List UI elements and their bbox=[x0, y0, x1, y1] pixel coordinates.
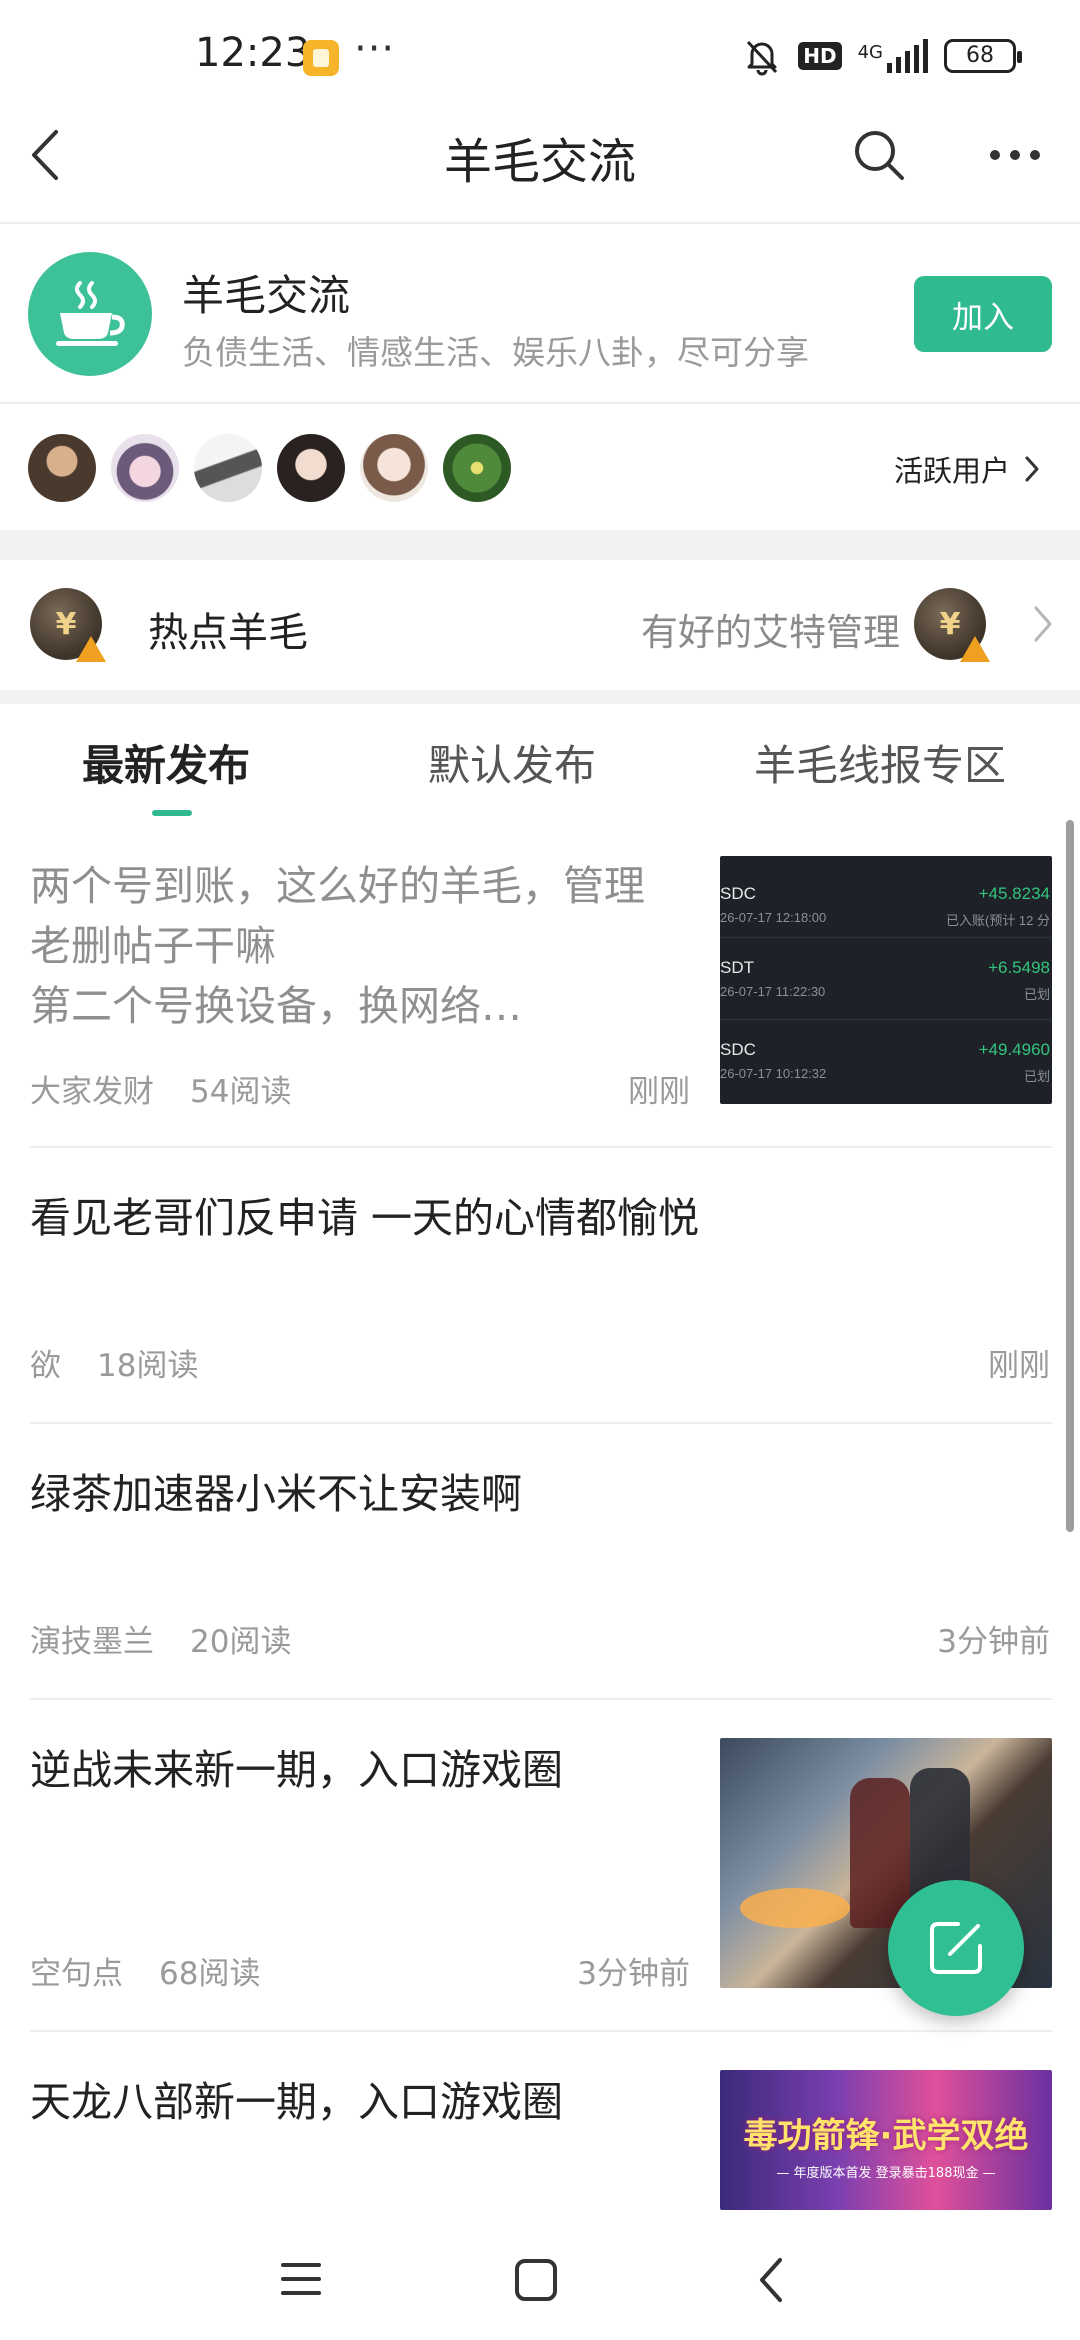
compose-button[interactable] bbox=[888, 1880, 1024, 2016]
post-title[interactable]: 看见老哥们反申请 一天的心情都愉悦 bbox=[30, 1188, 699, 1248]
join-button[interactable]: 加入 bbox=[914, 276, 1052, 352]
group-name: 羊毛交流 bbox=[182, 271, 351, 320]
hot-admin-text[interactable]: 有好的艾特管理 bbox=[641, 602, 900, 656]
post-author: 欲 bbox=[30, 1348, 61, 1384]
active-users-link[interactable]: 活跃用户 bbox=[894, 448, 1040, 490]
signal-icon: 4G bbox=[858, 39, 928, 73]
active-users-label: 活跃用户 bbox=[893, 454, 1010, 488]
member-avatar[interactable] bbox=[194, 434, 262, 502]
post-meta: 空句点 68阅读 bbox=[30, 1948, 260, 1993]
mute-bell-icon bbox=[747, 40, 778, 76]
tab-latest[interactable]: 最新发布 bbox=[82, 732, 250, 793]
member-avatar[interactable] bbox=[360, 434, 428, 502]
hot-wool-coin: ¥ bbox=[30, 588, 106, 662]
section-separator bbox=[0, 530, 1080, 560]
post-author: 演技墨兰 bbox=[30, 1624, 154, 1660]
member-avatar[interactable] bbox=[443, 434, 511, 502]
post-thumbnail[interactable]: SDC 26-07-17 12:18:00 +45.8234 已入账(预计 12… bbox=[720, 856, 1052, 1104]
teacup-icon bbox=[56, 281, 125, 346]
post-time: 刚刚 bbox=[628, 1074, 690, 1110]
admin-coin[interactable]: ¥ bbox=[914, 588, 990, 662]
hd-badge: HD bbox=[798, 42, 842, 70]
member-avatar[interactable] bbox=[28, 434, 96, 502]
chevron-right-icon[interactable] bbox=[1032, 604, 1054, 644]
post-title[interactable]: 天龙八部新一期，入口游戏圈 bbox=[30, 2072, 563, 2132]
group-avatar[interactable] bbox=[28, 252, 152, 376]
post-reads: 68阅读 bbox=[159, 1956, 261, 1992]
divider bbox=[0, 402, 1080, 404]
nav-back-icon[interactable] bbox=[756, 2256, 786, 2304]
member-avatar[interactable] bbox=[111, 434, 179, 502]
network-type: 4G bbox=[857, 42, 883, 63]
group-description: 负债生活、情感生活、娱乐八卦，尽可分享 bbox=[182, 333, 809, 372]
status-icons: HD 4G 68 bbox=[742, 32, 1022, 80]
menu-icon[interactable] bbox=[280, 2260, 322, 2298]
notification-app-icon bbox=[303, 40, 339, 76]
post-meta: 演技墨兰 20阅读 bbox=[30, 1616, 291, 1661]
page-title: 羊毛交流 bbox=[443, 134, 636, 190]
system-nav-bar bbox=[0, 2220, 1080, 2340]
post-divider bbox=[30, 1698, 1052, 1700]
post-divider bbox=[30, 2030, 1052, 2032]
post-title[interactable]: 两个号到账，这么好的羊毛，管理 老删帖子干嘛 第二个号换设备，换网络… bbox=[30, 856, 645, 1036]
post-title[interactable]: 逆战未来新一期，入口游戏圈 bbox=[30, 1740, 563, 1800]
more-notifications-indicator: ··· bbox=[354, 26, 396, 72]
post-meta: 欲 18阅读 bbox=[30, 1340, 198, 1385]
header-divider bbox=[0, 222, 1080, 224]
post-reads: 18阅读 bbox=[97, 1348, 199, 1384]
post-divider bbox=[30, 1422, 1052, 1424]
chevron-right-icon bbox=[1025, 456, 1039, 482]
scrollbar[interactable] bbox=[1066, 820, 1074, 1532]
battery-indicator: 68 bbox=[944, 39, 1022, 73]
post-author: 空句点 bbox=[30, 1956, 123, 1992]
post-time: 3分钟前 bbox=[577, 1956, 690, 1992]
search-icon[interactable] bbox=[852, 128, 906, 182]
post-time: 刚刚 bbox=[988, 1348, 1050, 1384]
warning-icon bbox=[960, 636, 990, 662]
tab-indicator bbox=[152, 810, 192, 816]
post-meta: 大家发财 54阅读 bbox=[30, 1066, 291, 1111]
hot-wool-title[interactable]: 热点羊毛 bbox=[148, 600, 308, 658]
post-reads: 54阅读 bbox=[190, 1074, 292, 1110]
post-divider bbox=[30, 1146, 1052, 1148]
post-title[interactable]: 绿茶加速器小米不让安装啊 bbox=[30, 1464, 522, 1524]
post-author: 大家发财 bbox=[30, 1074, 154, 1110]
status-time: 12:23 bbox=[195, 30, 311, 76]
post-reads: 20阅读 bbox=[190, 1624, 292, 1660]
post-thumbnail[interactable]: 毒功箭锋·武学双绝 — 年度版本首发 登录暴击188现金 — bbox=[720, 2070, 1052, 2210]
home-icon[interactable] bbox=[514, 2258, 558, 2302]
more-icon[interactable] bbox=[988, 148, 1042, 162]
warning-icon bbox=[76, 636, 106, 662]
section-separator bbox=[0, 690, 1080, 704]
member-avatar[interactable] bbox=[277, 434, 345, 502]
compose-icon bbox=[930, 1922, 982, 1974]
tab-deals-zone[interactable]: 羊毛线报专区 bbox=[754, 732, 1006, 793]
tab-default[interactable]: 默认发布 bbox=[428, 732, 596, 793]
post-time: 3分钟前 bbox=[937, 1624, 1050, 1660]
